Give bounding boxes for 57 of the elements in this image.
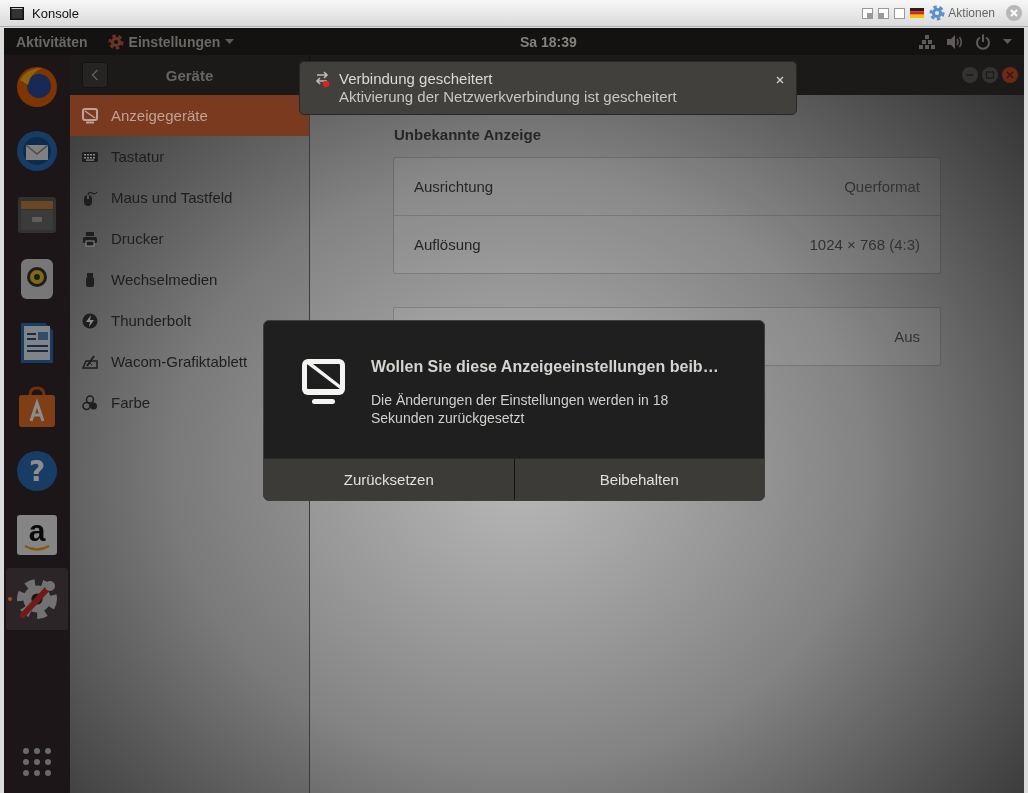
sidebar-item[interactable]: Thunderbolt xyxy=(70,300,309,341)
chevron-left-icon xyxy=(91,69,99,81)
settings-icon xyxy=(929,5,946,21)
color-circles-icon xyxy=(82,394,98,411)
dialog-button[interactable]: Beibehalten xyxy=(513,459,764,500)
help-icon[interactable]: ? xyxy=(17,451,57,491)
network-error-icon xyxy=(314,70,330,88)
app-grid-icon[interactable] xyxy=(22,747,52,777)
caret-icon xyxy=(225,38,235,45)
globe-icon[interactable] xyxy=(15,65,59,109)
row-value[interactable]: 1024 × 768 (4:3) xyxy=(809,236,920,253)
row-label: Auflösung xyxy=(414,236,481,253)
sidebar-item[interactable]: Farbe xyxy=(70,382,309,423)
row-value[interactable]: Querformat xyxy=(844,178,920,195)
close-icon[interactable] xyxy=(776,76,784,84)
gear-wrench-icon[interactable] xyxy=(15,577,59,621)
sidebar-item[interactable]: Maus und Tastfeld xyxy=(70,177,309,218)
running-indicator xyxy=(8,597,12,601)
dock-launcher[interactable]: ? xyxy=(6,440,68,502)
tablet-pen-icon xyxy=(82,353,98,370)
terminal-icon xyxy=(10,6,24,20)
dialog-title: Wollen Sie diese Anzeigeeinstellungen beib… xyxy=(371,358,719,376)
actions-button[interactable]: Aktionen xyxy=(929,5,1001,21)
window-corner-icon[interactable] xyxy=(878,7,890,19)
activities-button[interactable]: Aktivitäten xyxy=(16,33,88,50)
sidebar-item[interactable]: Wechselmedien xyxy=(70,259,309,300)
sidebar-item[interactable]: Anzeigegeräte xyxy=(70,95,309,136)
sidebar-item[interactable]: Wacom-Grafiktablett xyxy=(70,341,309,382)
network-icon[interactable] xyxy=(919,34,935,49)
dock-launcher[interactable] xyxy=(6,568,68,630)
row-label: Ausrichtung xyxy=(414,178,494,195)
sidebar-title: Geräte xyxy=(164,66,215,84)
caret-icon[interactable] xyxy=(1003,38,1012,45)
mouse-icon xyxy=(82,189,98,206)
flag-icon[interactable] xyxy=(910,8,925,18)
sidebar-item[interactable]: Drucker xyxy=(70,218,309,259)
window-corner-icon[interactable] xyxy=(862,7,874,19)
window-title: Konsole xyxy=(32,5,79,21)
printer-icon xyxy=(82,230,98,247)
lightning-icon xyxy=(82,312,98,329)
notification-message: Aktivierung der Netzwerkverbindung ist gescheitert xyxy=(339,88,678,106)
display-icon xyxy=(82,107,98,124)
power-icon[interactable] xyxy=(975,33,991,50)
display-icon xyxy=(302,359,345,405)
volume-icon[interactable] xyxy=(947,34,963,49)
maximize-icon[interactable] xyxy=(894,7,906,19)
back-button[interactable] xyxy=(82,62,108,88)
notification-title: Verbindung gescheitert xyxy=(339,70,494,88)
clock[interactable]: Sa 18:39 xyxy=(520,33,577,50)
letter-a-icon[interactable]: a xyxy=(17,515,57,555)
dock-launcher[interactable]: a xyxy=(6,504,68,566)
app-menu-button[interactable]: Einstellungen xyxy=(107,33,235,50)
row-value[interactable]: Aus xyxy=(894,328,920,345)
envelope-icon[interactable] xyxy=(15,129,59,173)
section-heading: Unbekannte Anzeige xyxy=(393,126,542,144)
gear-icon xyxy=(107,33,124,50)
dialog-message: Die Änderungen der Einstellungen werden in 18 Sekunden zurückgesetzt xyxy=(371,391,670,427)
